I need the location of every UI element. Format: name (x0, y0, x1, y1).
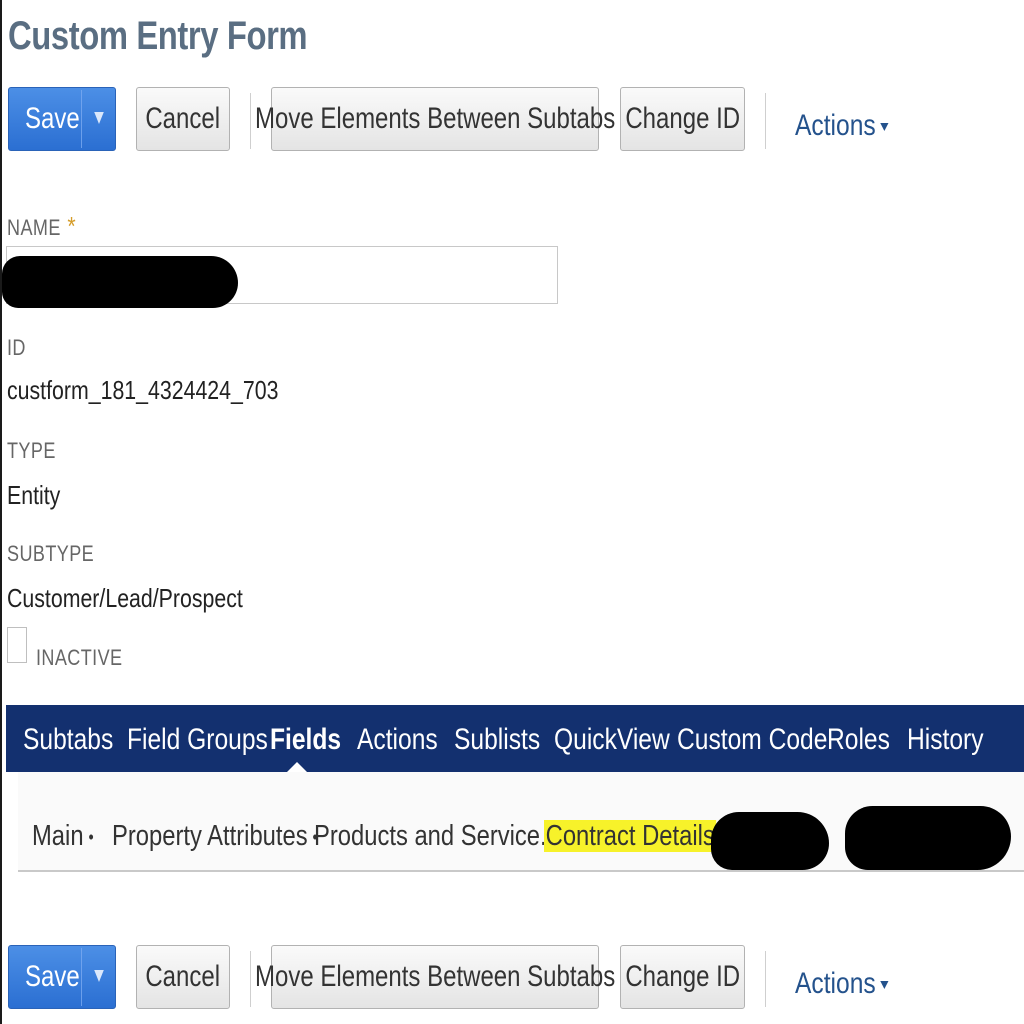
subtab-products-label: Products and Service... (314, 820, 560, 852)
bottom-toolbar: Save Cancel Move Elements Between Subtab… (8, 945, 1008, 1013)
redaction-mark (845, 806, 1011, 870)
tab-roles[interactable]: Roles (827, 723, 890, 757)
subtab-dot: • (88, 826, 94, 847)
move-elements-button-label: Move Elements Between Subtabs (254, 960, 616, 993)
caret-down-icon[interactable] (94, 112, 104, 124)
inactive-checkbox[interactable] (7, 627, 27, 663)
move-elements-button-label: Move Elements Between Subtabs (254, 102, 616, 135)
tab-history[interactable]: History (907, 723, 984, 757)
window-left-edge (0, 0, 2, 1024)
tab-fields[interactable]: Fields (270, 723, 341, 757)
tab-actions[interactable]: Actions (357, 723, 438, 757)
cancel-button-label: Cancel (145, 102, 221, 135)
move-elements-button[interactable]: Move Elements Between Subtabs (255, 945, 615, 1009)
subtype-label: SUBTYPE (7, 541, 95, 566)
id-value: custform_181_4324424_703 (7, 375, 279, 405)
caret-down-icon (880, 123, 889, 132)
actions-menu-label: Actions (795, 109, 876, 142)
tab-field-groups[interactable]: Field Groups (127, 723, 268, 757)
subtype-value: Customer/Lead/Prospect (7, 583, 243, 613)
change-id-button-label: Change ID (625, 960, 740, 993)
id-label: ID (7, 335, 26, 360)
save-button-divider (81, 90, 82, 148)
save-button-label: Save (25, 102, 80, 135)
move-elements-button[interactable]: Move Elements Between Subtabs (255, 87, 615, 151)
tab-sublists[interactable]: Sublists (454, 723, 540, 757)
subtab-contract-details-label: Contract Details (544, 820, 717, 852)
change-id-button[interactable]: Change ID (620, 87, 745, 151)
subtab-products-and-services[interactable]: Products and Service...• (314, 820, 570, 853)
form-tab-bar: Subtabs Field Groups Fields Actions Subl… (6, 705, 1024, 772)
save-button-label: Save (25, 960, 80, 993)
redaction-mark (2, 256, 238, 308)
redaction-mark (711, 812, 829, 870)
name-label-text: NAME (7, 215, 61, 240)
save-button[interactable]: Save (8, 87, 116, 151)
actions-menu-label: Actions (795, 967, 876, 1000)
type-label: TYPE (7, 438, 56, 463)
subtab-contract-details[interactable]: Contract Details• (544, 820, 727, 853)
tab-custom-code[interactable]: Custom Code (677, 723, 827, 757)
subtab-main[interactable]: Main • (32, 820, 94, 853)
toolbar-separator (765, 951, 766, 1007)
cancel-button-label: Cancel (145, 960, 221, 993)
cancel-button[interactable]: Cancel (136, 87, 230, 151)
change-id-button[interactable]: Change ID (620, 945, 745, 1009)
change-id-button-label: Change ID (625, 102, 740, 135)
cancel-button[interactable]: Cancel (136, 945, 230, 1009)
subtab-property-attributes-label: Property Attributes (112, 820, 308, 852)
caret-down-icon[interactable] (94, 970, 104, 982)
required-marker: * (67, 211, 77, 241)
tab-subtabs[interactable]: Subtabs (23, 723, 113, 757)
subtab-property-attributes[interactable]: Property Attributes • (112, 820, 318, 853)
page-title: Custom Entry Form (8, 14, 308, 58)
save-button[interactable]: Save (8, 945, 116, 1009)
save-button-divider (81, 948, 82, 1006)
actions-menu[interactable]: Actions (795, 967, 889, 1001)
toolbar-separator (250, 951, 251, 1007)
toolbar-separator (250, 93, 251, 149)
name-label: NAME * (7, 211, 76, 242)
tab-quickview[interactable]: QuickView (554, 723, 670, 757)
toolbar-separator (765, 93, 766, 149)
caret-down-icon (880, 981, 889, 990)
actions-menu[interactable]: Actions (795, 109, 889, 143)
top-toolbar: Save Cancel Move Elements Between Subtab… (8, 87, 1008, 155)
subtab-main-label: Main (32, 820, 84, 852)
inactive-label: INACTIVE (36, 645, 123, 670)
type-value: Entity (7, 480, 61, 510)
